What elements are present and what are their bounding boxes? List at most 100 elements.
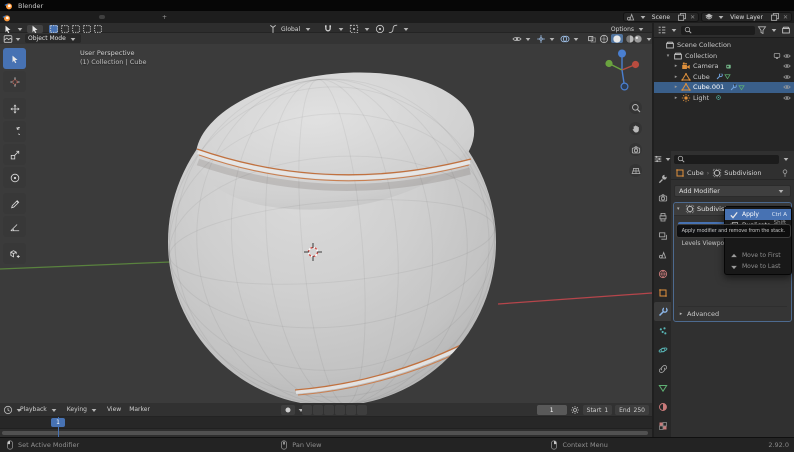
header-toggle-overlays[interactable] <box>559 34 582 44</box>
tool-measure[interactable] <box>3 216 26 237</box>
menu-item-move-to-last[interactable]: Move to Last <box>725 261 791 272</box>
display-mode-icon[interactable] <box>657 25 667 35</box>
nav-camera[interactable] <box>629 143 642 156</box>
select-mode-invert[interactable] <box>82 25 91 33</box>
timeline-ruler[interactable] <box>0 417 652 429</box>
tool-rotate[interactable] <box>3 121 26 142</box>
props-tab-object[interactable] <box>654 283 671 302</box>
expand-icon[interactable]: ▾ <box>677 206 683 212</box>
expander-icon[interactable]: ▾ <box>665 53 671 59</box>
shading-mode-shade-rendered[interactable] <box>637 34 649 43</box>
nav-zoom[interactable] <box>629 101 642 114</box>
pin-icon[interactable] <box>780 168 790 178</box>
nav-perspective[interactable] <box>629 164 642 177</box>
expander-icon[interactable]: ▸ <box>673 63 679 69</box>
timeline-menu-view[interactable]: View <box>104 405 124 415</box>
navigation-gizmo[interactable] <box>602 46 642 94</box>
menu-help[interactable] <box>41 16 49 18</box>
props-tab-data[interactable] <box>654 378 671 397</box>
header-toggle-gizmo-toggle[interactable] <box>535 34 558 44</box>
playhead-badge[interactable]: 1 <box>51 418 65 427</box>
orientation-dropdown[interactable]: Global <box>281 26 300 33</box>
props-tab-material[interactable] <box>654 397 671 416</box>
new-collection-icon[interactable] <box>781 25 791 35</box>
remove-view-layer-icon[interactable]: ✕ <box>782 14 789 21</box>
filter-icon[interactable] <box>757 25 767 35</box>
expander-icon[interactable]: ▸ <box>673 84 679 90</box>
props-tab-particles[interactable] <box>654 321 671 340</box>
shading-mode-shade-wire[interactable] <box>598 34 610 43</box>
outliner-row-cube[interactable]: ▸ Cube <box>654 72 794 83</box>
select-mode-set[interactable] <box>49 25 58 33</box>
expander-icon[interactable]: ▸ <box>673 95 679 101</box>
props-tab-modifiers[interactable] <box>654 302 671 321</box>
view-layer-name[interactable]: View Layer <box>728 14 768 21</box>
menu-edit[interactable] <box>17 16 25 18</box>
select-mode-subtract[interactable] <box>71 25 80 33</box>
select-mode-extend[interactable] <box>60 25 69 33</box>
current-frame-field[interactable]: 1 <box>537 405 567 415</box>
tool-cursor[interactable] <box>3 71 26 92</box>
properties-editor-type-icon[interactable] <box>653 154 673 164</box>
advanced-section[interactable]: ▸ Advanced <box>678 306 787 318</box>
tool-annotate[interactable] <box>3 193 26 214</box>
new-view-layer-icon[interactable] <box>770 12 780 22</box>
tool-move[interactable] <box>3 98 26 119</box>
properties-search-input[interactable] <box>674 155 779 164</box>
tool-select-box[interactable] <box>3 48 26 69</box>
tool-transform[interactable] <box>3 167 26 188</box>
transport-next-keyframe[interactable] <box>346 405 356 415</box>
3d-viewport[interactable]: User Perspective (1) Collection | Cube <box>0 44 652 403</box>
scene-selector[interactable]: Scene ✕ <box>623 12 699 22</box>
timeline-scrollbar[interactable] <box>2 431 648 435</box>
menu-item-apply[interactable]: Apply Ctrl A <box>725 209 791 220</box>
tool-scale[interactable] <box>3 144 26 165</box>
props-tab-render[interactable] <box>654 188 671 207</box>
outliner-search-input[interactable] <box>681 26 755 35</box>
menu-file[interactable] <box>9 16 17 18</box>
menu-item-move-to-first[interactable]: Move to First <box>725 250 791 261</box>
props-tab-world[interactable] <box>654 264 671 283</box>
outliner-row-camera[interactable]: ▸ Camera <box>654 61 794 72</box>
props-tab-tool[interactable] <box>654 169 671 188</box>
view-layer-selector[interactable]: View Layer ✕ <box>701 12 792 22</box>
scene-name[interactable]: Scene <box>650 14 675 21</box>
editor-type-icon[interactable] <box>3 34 13 44</box>
breadcrumb-context[interactable]: Subdivision <box>712 168 761 178</box>
header-toggle-visibility[interactable] <box>511 34 534 44</box>
props-tab-constraints[interactable] <box>654 359 671 378</box>
nav-pan[interactable] <box>629 122 642 135</box>
outliner-row-cube-001[interactable]: ▸ Cube.001 <box>654 82 794 93</box>
transport-prev-keyframe[interactable] <box>313 405 323 415</box>
timeline-menu-keying[interactable]: Keying <box>64 405 102 415</box>
transport-jump-to-end[interactable] <box>357 405 367 415</box>
new-scene-icon[interactable] <box>677 12 687 22</box>
timeline-editor-icon[interactable] <box>3 405 13 415</box>
tool-add-cube[interactable] <box>3 243 26 264</box>
props-tab-physics[interactable] <box>654 340 671 359</box>
outliner-row-light[interactable]: ▸ Light <box>654 93 794 104</box>
keying-settings-icon[interactable] <box>570 405 580 415</box>
auto-keying-button[interactable] <box>281 405 295 415</box>
expander-icon[interactable]: ▸ <box>673 74 679 80</box>
breadcrumb-object[interactable]: Cube <box>675 168 704 178</box>
props-tab-texture[interactable] <box>654 416 671 435</box>
select-mode-intersect[interactable] <box>93 25 102 33</box>
filter-dropdown-icon[interactable] <box>781 154 791 164</box>
xray-toggle-icon[interactable] <box>587 34 597 44</box>
props-tab-scene[interactable] <box>654 245 671 264</box>
subdivided-sphere-object[interactable] <box>156 57 508 403</box>
menu-window[interactable] <box>33 16 41 18</box>
outliner-row-scene-collection[interactable]: Scene Collection <box>654 40 794 51</box>
transport-jump-to-start[interactable] <box>302 405 312 415</box>
frame-end-field[interactable]: End250 <box>615 405 649 415</box>
props-tab-output[interactable] <box>654 207 671 226</box>
timeline-menu-marker[interactable]: Marker <box>126 405 153 415</box>
viewport-canvas[interactable] <box>0 44 652 403</box>
unlink-scene-icon[interactable]: ✕ <box>689 14 696 21</box>
frame-start-field[interactable]: Start1 <box>583 405 613 415</box>
add-modifier-button[interactable]: Add Modifier <box>674 185 791 197</box>
menu-render[interactable] <box>25 16 33 18</box>
add-workspace-button[interactable]: + <box>159 12 170 23</box>
tool-pill[interactable] <box>27 25 43 33</box>
